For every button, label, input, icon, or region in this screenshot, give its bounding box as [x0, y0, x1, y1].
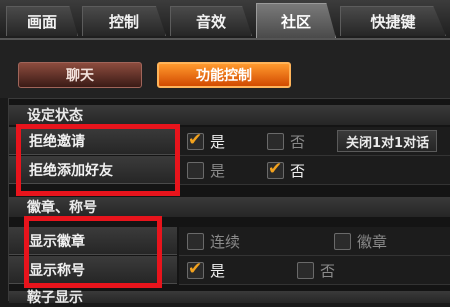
show-badge-badge-label: 徽章 — [357, 232, 388, 251]
checkbox-checked-icon[interactable] — [187, 130, 204, 150]
show-badge-badge-option[interactable]: 徽章 — [334, 231, 387, 251]
show-title-options: 是 否 — [179, 256, 450, 285]
show-badge-options: 连续 徽章 — [179, 227, 450, 256]
checkbox-icon[interactable] — [297, 261, 314, 279]
tab-community[interactable]: 社区 — [256, 3, 336, 38]
tab-control[interactable]: 控制 — [82, 6, 166, 36]
show-title-no-label: 否 — [320, 261, 336, 280]
show-title-no-option[interactable]: 否 — [297, 260, 335, 280]
checkbox-checked-icon[interactable] — [267, 159, 284, 179]
chat-button[interactable]: 聊天 — [18, 62, 142, 88]
refuse-friend-options: 是 否 — [179, 156, 450, 185]
refuse-invite-no-option[interactable]: 否 — [267, 131, 305, 151]
highlight-box-refuse-settings — [16, 124, 180, 196]
refuse-friend-yes-label: 是 — [210, 161, 226, 180]
show-title-yes-label: 是 — [210, 261, 226, 280]
highlight-box-badge-title — [24, 216, 162, 288]
checkbox-icon[interactable] — [187, 161, 204, 179]
function-control-button[interactable]: 功能控制 — [157, 62, 291, 88]
refuse-invite-yes-option[interactable]: 是 — [187, 130, 226, 151]
refuse-invite-no-label: 否 — [290, 132, 306, 151]
checkbox-icon[interactable] — [334, 232, 351, 250]
refuse-friend-no-option[interactable]: 否 — [267, 159, 306, 180]
refuse-friend-no-label: 否 — [290, 161, 306, 180]
section-badge-title: 徽章、称号 — [9, 197, 450, 217]
refuse-invite-yes-label: 是 — [210, 132, 226, 151]
show-title-yes-option[interactable]: 是 — [187, 259, 226, 280]
checkbox-icon[interactable] — [187, 232, 204, 250]
tab-sound[interactable]: 音效 — [170, 6, 252, 36]
tab-hotkeys[interactable]: 快捷键 — [340, 6, 446, 36]
checkbox-icon[interactable] — [267, 132, 284, 150]
section-settings-status: 设定状态 — [9, 105, 450, 125]
tab-display[interactable]: 画面 — [6, 6, 78, 36]
tab-bar: 画面 控制 音效 社区 快捷键 — [0, 0, 450, 40]
show-badge-continuous-label: 连续 — [210, 232, 241, 251]
show-badge-continuous-option[interactable]: 连续 — [187, 231, 240, 251]
checkbox-checked-icon[interactable] — [187, 259, 204, 279]
close-private-chat-button[interactable]: 关闭1对1对话 — [337, 130, 437, 152]
section-bottom-partial: 鞍子显示 — [9, 290, 450, 306]
refuse-friend-yes-option[interactable]: 是 — [187, 160, 225, 180]
